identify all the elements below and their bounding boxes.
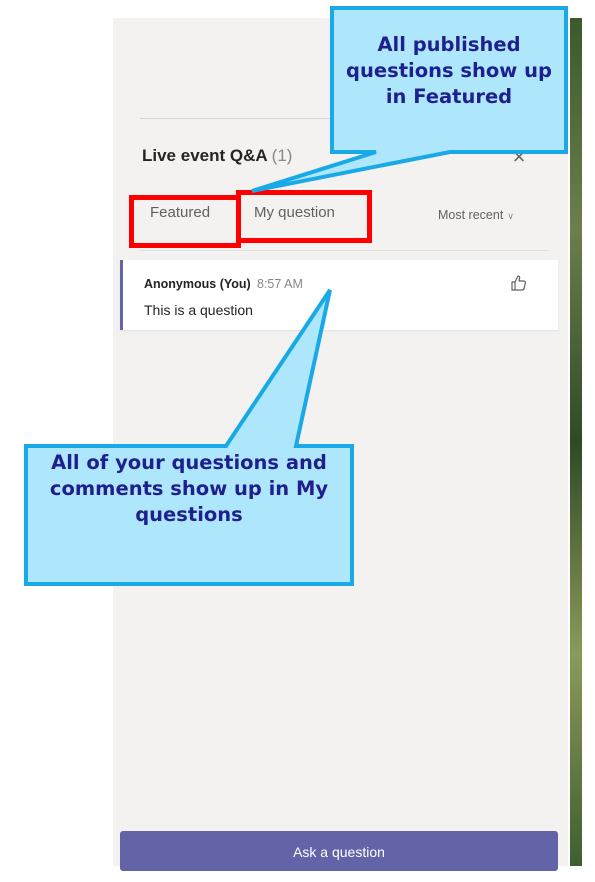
ask-question-button[interactable]: Ask a question <box>120 831 558 871</box>
panel-title: Live event Q&A (1) <box>142 146 292 166</box>
ask-question-label: Ask a question <box>293 844 385 860</box>
question-card[interactable] <box>120 260 558 330</box>
question-text: This is a question <box>144 302 253 318</box>
video-background-strip <box>570 18 582 866</box>
my-questions-highlight-box <box>236 190 372 243</box>
question-time: 8:57 AM <box>257 277 303 291</box>
sort-label: Most recent <box>438 208 504 222</box>
top-divider <box>140 118 360 119</box>
panel-title-text: Live event Q&A <box>142 146 268 165</box>
thumbs-up-icon[interactable] <box>509 273 529 293</box>
panel-title-count: (1) <box>271 146 293 165</box>
featured-highlight-box <box>129 195 241 248</box>
question-author: Anonymous (You) <box>144 277 251 291</box>
chevron-down-icon: ∨ <box>507 211 514 221</box>
sort-dropdown[interactable]: Most recent ∨ <box>438 208 514 222</box>
tabs-divider <box>140 250 548 251</box>
close-icon[interactable]: × <box>508 146 530 168</box>
top-callout-text: All published questions show up in Featu… <box>346 33 552 108</box>
bottom-callout-text: All of your questions and comments show … <box>49 451 329 526</box>
